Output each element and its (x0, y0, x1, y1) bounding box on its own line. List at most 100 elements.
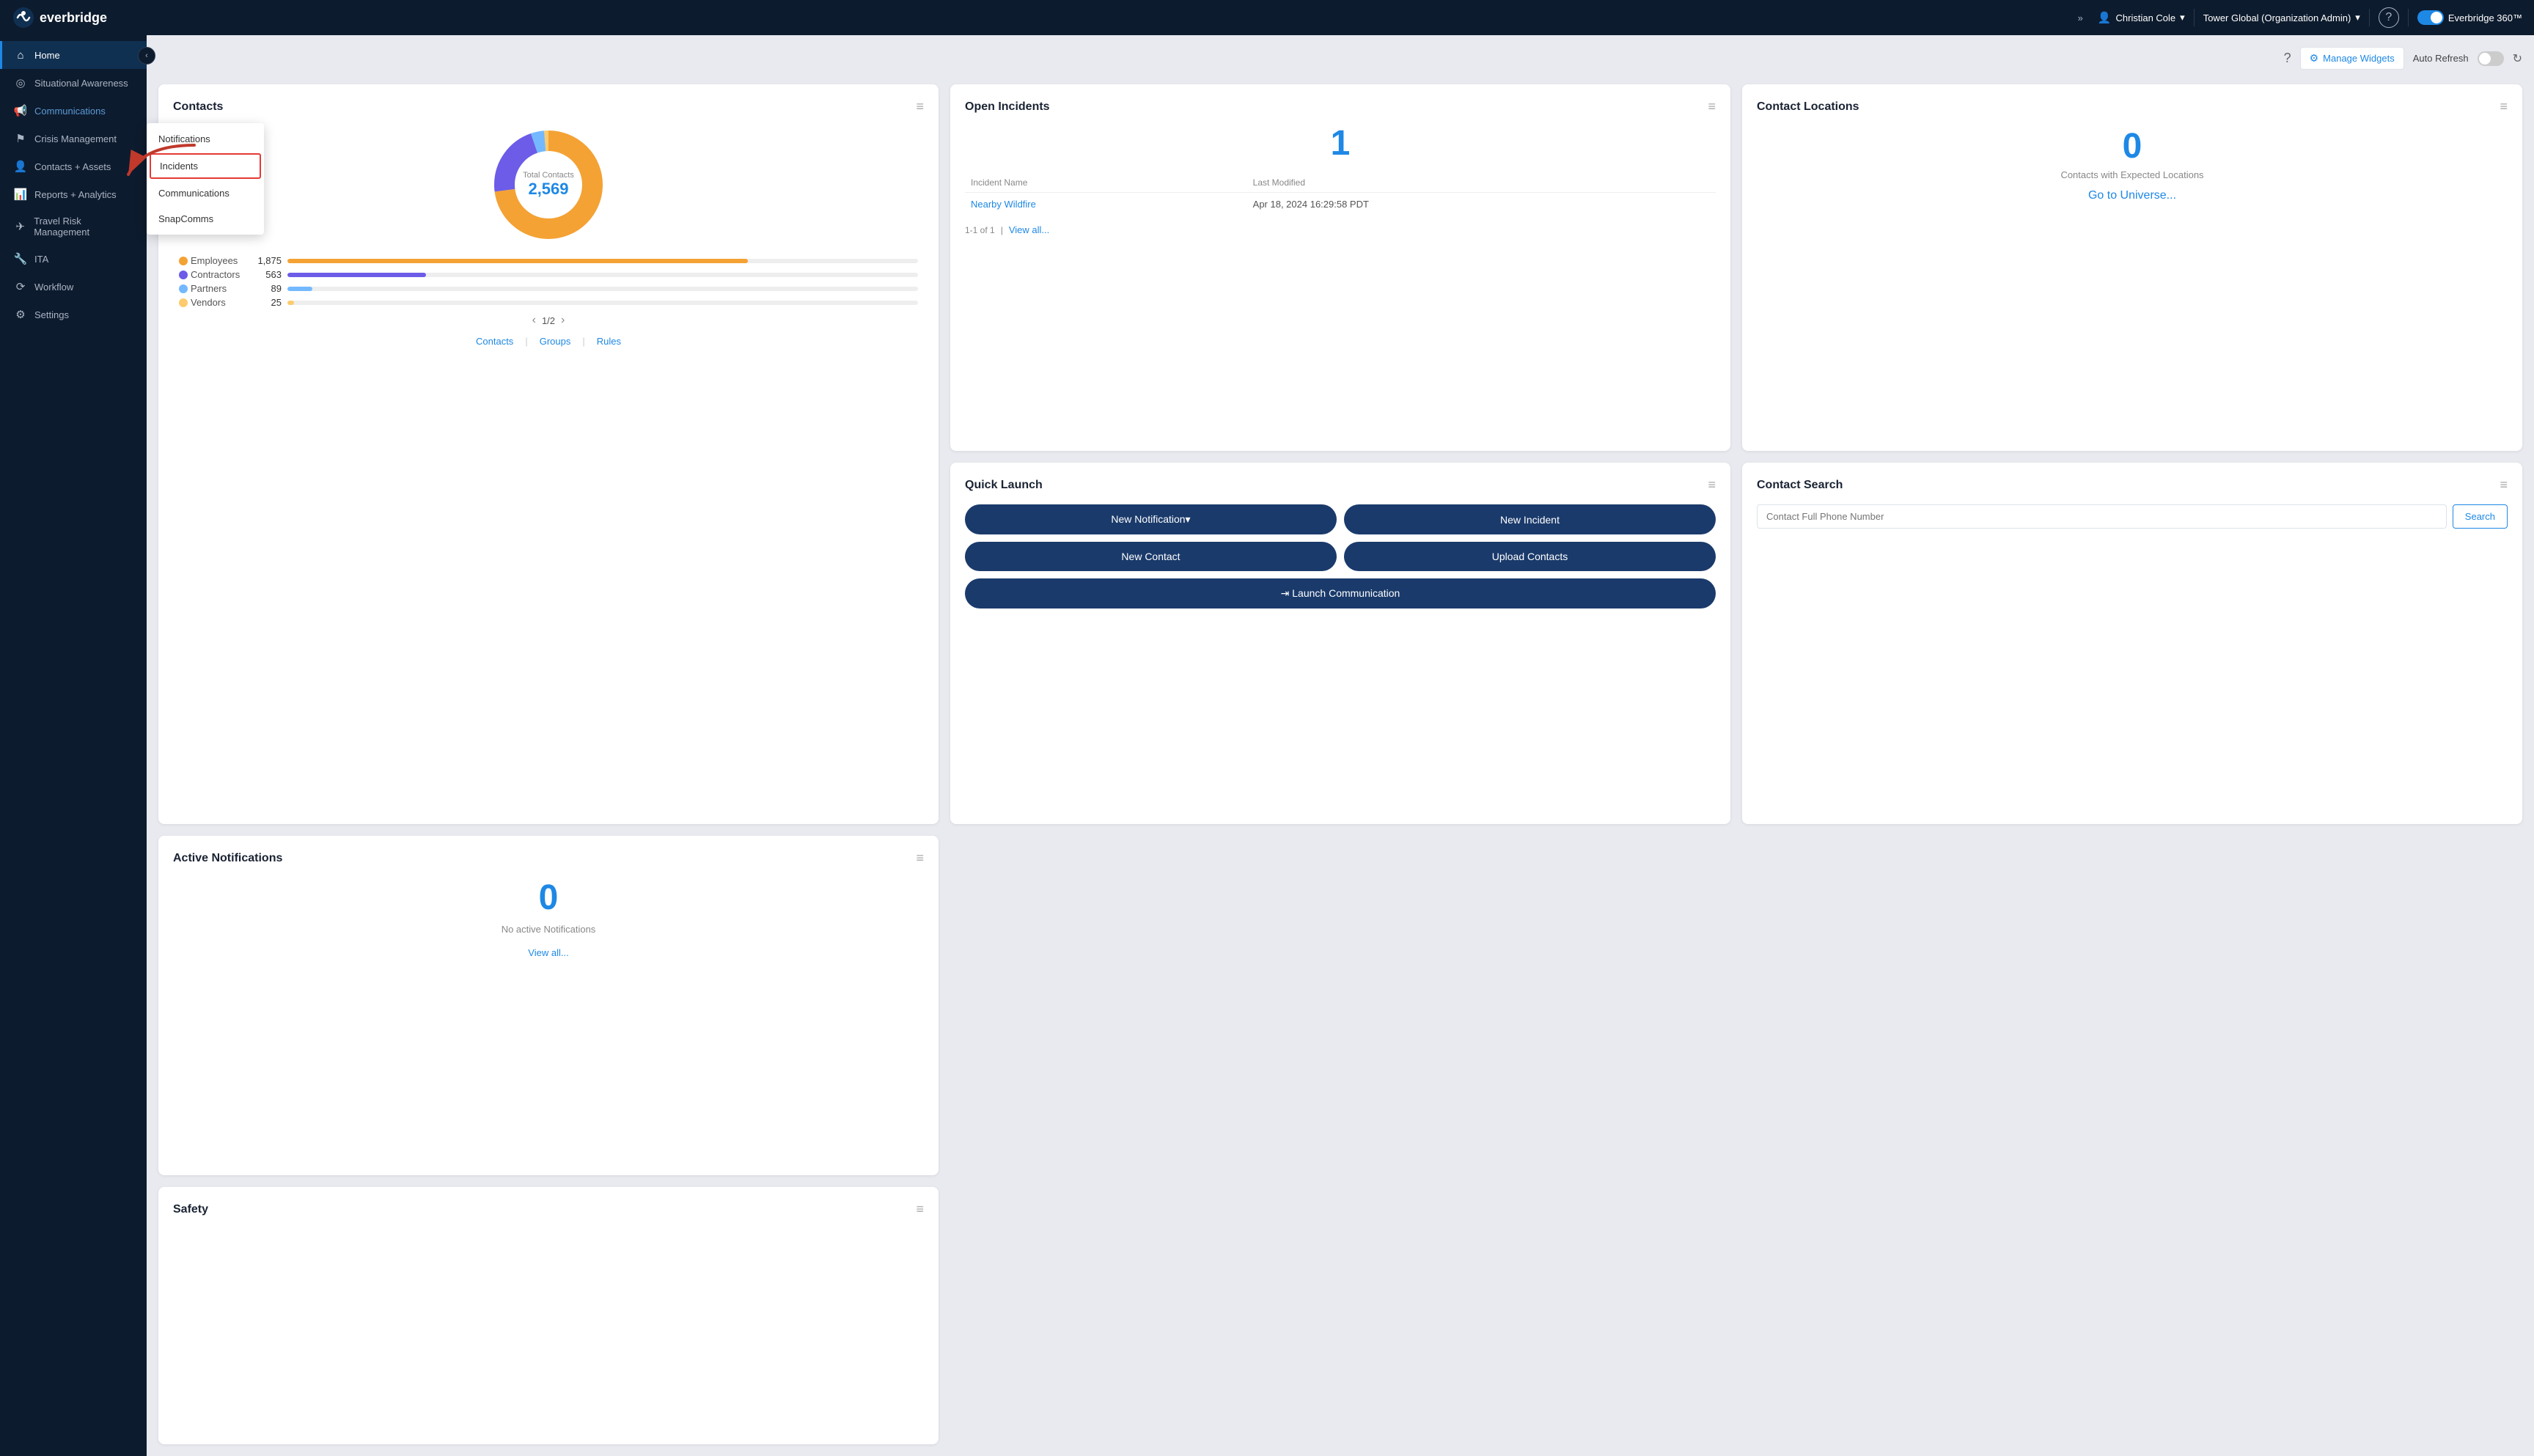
safety-card-menu[interactable]: ≡ (916, 1202, 924, 1217)
sidebar-item-travel-risk[interactable]: ✈ Travel Risk Management (0, 208, 147, 245)
quick-launch-header: Quick Launch ≡ (965, 477, 1716, 493)
sidebar-item-home[interactable]: ⌂ Home (0, 41, 147, 69)
logo[interactable]: everbridge (12, 6, 107, 29)
sidebar-item-situational-awareness[interactable]: ◎ Situational Awareness (0, 69, 147, 97)
incident-meta: 1-1 of 1 | View all... (965, 224, 1716, 235)
new-notification-btn[interactable]: New Notification▾ (965, 504, 1337, 534)
dropdown-item-communications[interactable]: Communications (147, 180, 264, 206)
help-icon[interactable]: ? (2379, 7, 2399, 28)
contacts-card-header: Contacts ≡ (173, 99, 924, 114)
employees-count: 1,875 (255, 255, 282, 266)
contacts-card-links: Contacts | Groups | Rules (179, 336, 918, 347)
nav-divider-1 (2194, 9, 2195, 26)
contact-search-menu[interactable]: ≡ (2500, 477, 2508, 493)
sidebar-item-settings[interactable]: ⚙ Settings (0, 301, 147, 328)
toggle-360[interactable] (2417, 10, 2444, 25)
settings-icon: ⚙ (14, 308, 27, 321)
open-incidents-header: Open Incidents ≡ (965, 99, 1716, 114)
contact-locations-label: Contacts with Expected Locations (1757, 169, 2508, 180)
contacts-card-menu[interactable]: ≡ (916, 99, 924, 114)
dropdown-item-snapcomms[interactable]: SnapComms (147, 206, 264, 232)
quick-launch-menu[interactable]: ≡ (1708, 477, 1716, 493)
new-contact-btn[interactable]: New Contact (965, 542, 1337, 571)
dropdown-item-incidents[interactable]: Incidents (150, 153, 261, 179)
active-notifications-empty: No active Notifications (173, 924, 924, 935)
groups-link[interactable]: Groups (540, 336, 571, 347)
ita-icon: 🔧 (14, 252, 27, 265)
sidebar-item-crisis-management[interactable]: ⚑ Crisis Management (0, 125, 147, 152)
open-incidents-title: Open Incidents (965, 100, 1050, 114)
user-menu[interactable]: 👤 Christian Cole ▾ (2098, 11, 2185, 24)
manage-widgets-btn[interactable]: ⚙ Manage Widgets (2300, 47, 2404, 70)
contacts-donut: Total Contacts 2,569 (490, 126, 607, 243)
donut-total-value: 2,569 (523, 180, 574, 199)
contacts-card: Contacts ≡ (158, 84, 939, 824)
incident-name-link[interactable]: Nearby Wildfire (971, 199, 1036, 210)
auto-refresh-label: Auto Refresh (2413, 53, 2469, 64)
contact-locations-header: Contact Locations ≡ (1757, 99, 2508, 114)
main-content: ? ⚙ Manage Widgets Auto Refresh ↻ Contac… (147, 35, 2534, 1456)
contact-search-card: Contact Search ≡ Search (1742, 463, 2522, 824)
top-nav: everbridge » 👤 Christian Cole ▾ Tower Gl… (0, 0, 2534, 35)
dropdown-item-notifications[interactable]: Notifications (147, 126, 264, 152)
legend-contractors: Contractors (179, 269, 249, 280)
app-body: ‹ ⌂ Home ◎ Situational Awareness 📢 Commu… (0, 35, 2534, 1456)
sidebar-item-reports-analytics[interactable]: 📊 Reports + Analytics (0, 180, 147, 208)
sidebar-collapse-btn[interactable]: ‹ (138, 47, 155, 65)
refresh-icon[interactable]: ↻ (2513, 51, 2522, 66)
contacts-assets-icon: 👤 (14, 160, 27, 173)
active-notifications-header: Active Notifications ≡ (173, 850, 924, 866)
incident-row: Nearby Wildfire Apr 18, 2024 16:29:58 PD… (965, 193, 1716, 216)
quick-launch-grid: New Notification▾ New Incident New Conta… (965, 504, 1716, 608)
open-incidents-menu[interactable]: ≡ (1708, 99, 1716, 114)
go-to-universe-link[interactable]: Go to Universe... (2088, 189, 2176, 202)
contact-locations-card: Contact Locations ≡ 0 Contacts with Expe… (1742, 84, 2522, 451)
pagination-label: 1-1 of 1 (965, 225, 995, 235)
nav-divider-3 (2408, 9, 2409, 26)
dashboard-help-icon[interactable]: ? (2284, 51, 2291, 66)
partners-dot (179, 284, 188, 293)
notifications-view-all[interactable]: View all... (528, 947, 568, 958)
contractors-dot (179, 271, 188, 279)
legend-partners: Partners (179, 283, 249, 294)
active-notifications-count: 0 (173, 878, 924, 918)
next-page-btn[interactable]: › (561, 314, 565, 327)
product-toggle: Everbridge 360™ (2417, 10, 2522, 25)
crisis-management-icon: ⚑ (14, 132, 27, 145)
contact-search-header: Contact Search ≡ (1757, 477, 2508, 493)
sidebar-item-communications[interactable]: 📢 Communications (0, 97, 147, 125)
workflow-icon: ⟳ (14, 280, 27, 293)
col-last-modified: Last Modified (1247, 173, 1716, 193)
contact-search-input[interactable] (1757, 504, 2447, 529)
org-menu[interactable]: Tower Global (Organization Admin) ▾ (2203, 12, 2360, 23)
incidents-view-all[interactable]: View all... (1009, 224, 1049, 235)
communications-icon: 📢 (14, 104, 27, 117)
launch-communication-btn[interactable]: ⇥ Launch Communication (965, 578, 1716, 608)
rules-link[interactable]: Rules (597, 336, 621, 347)
contacts-link[interactable]: Contacts (476, 336, 513, 347)
contact-locations-title: Contact Locations (1757, 100, 1859, 114)
new-incident-btn[interactable]: New Incident (1344, 504, 1716, 534)
contact-search-btn[interactable]: Search (2453, 504, 2508, 529)
open-incidents-card: Open Incidents ≡ 1 Incident Name Last Mo… (950, 84, 1730, 451)
sidebar-item-ita[interactable]: 🔧 ITA (0, 245, 147, 273)
legend-employees: Employees (179, 255, 249, 266)
upload-contacts-btn[interactable]: Upload Contacts (1344, 542, 1716, 571)
situational-awareness-icon: ◎ (14, 76, 27, 89)
dashboard-grid: Contacts ≡ (158, 84, 2522, 1444)
prev-page-btn[interactable]: ‹ (532, 314, 536, 327)
auto-refresh-toggle[interactable] (2478, 51, 2504, 66)
contact-locations-menu[interactable]: ≡ (2500, 99, 2508, 114)
donut-center: Total Contacts 2,569 (523, 171, 574, 199)
main-header: ? ⚙ Manage Widgets Auto Refresh ↻ (158, 47, 2522, 70)
expand-nav-btn[interactable]: » (2072, 10, 2089, 26)
active-notifications-menu[interactable]: ≡ (916, 850, 924, 866)
vendors-bar (287, 301, 294, 305)
sidebar-item-contacts-assets[interactable]: 👤 Contacts + Assets (0, 152, 147, 180)
employees-dot (179, 257, 188, 265)
quick-launch-card: Quick Launch ≡ New Notification▾ New Inc… (950, 463, 1730, 824)
incident-count: 1 (965, 126, 1716, 161)
sidebar-item-workflow[interactable]: ⟳ Workflow (0, 273, 147, 301)
contact-search-row: Search (1757, 504, 2508, 529)
safety-card: Safety ≡ (158, 1187, 939, 1444)
